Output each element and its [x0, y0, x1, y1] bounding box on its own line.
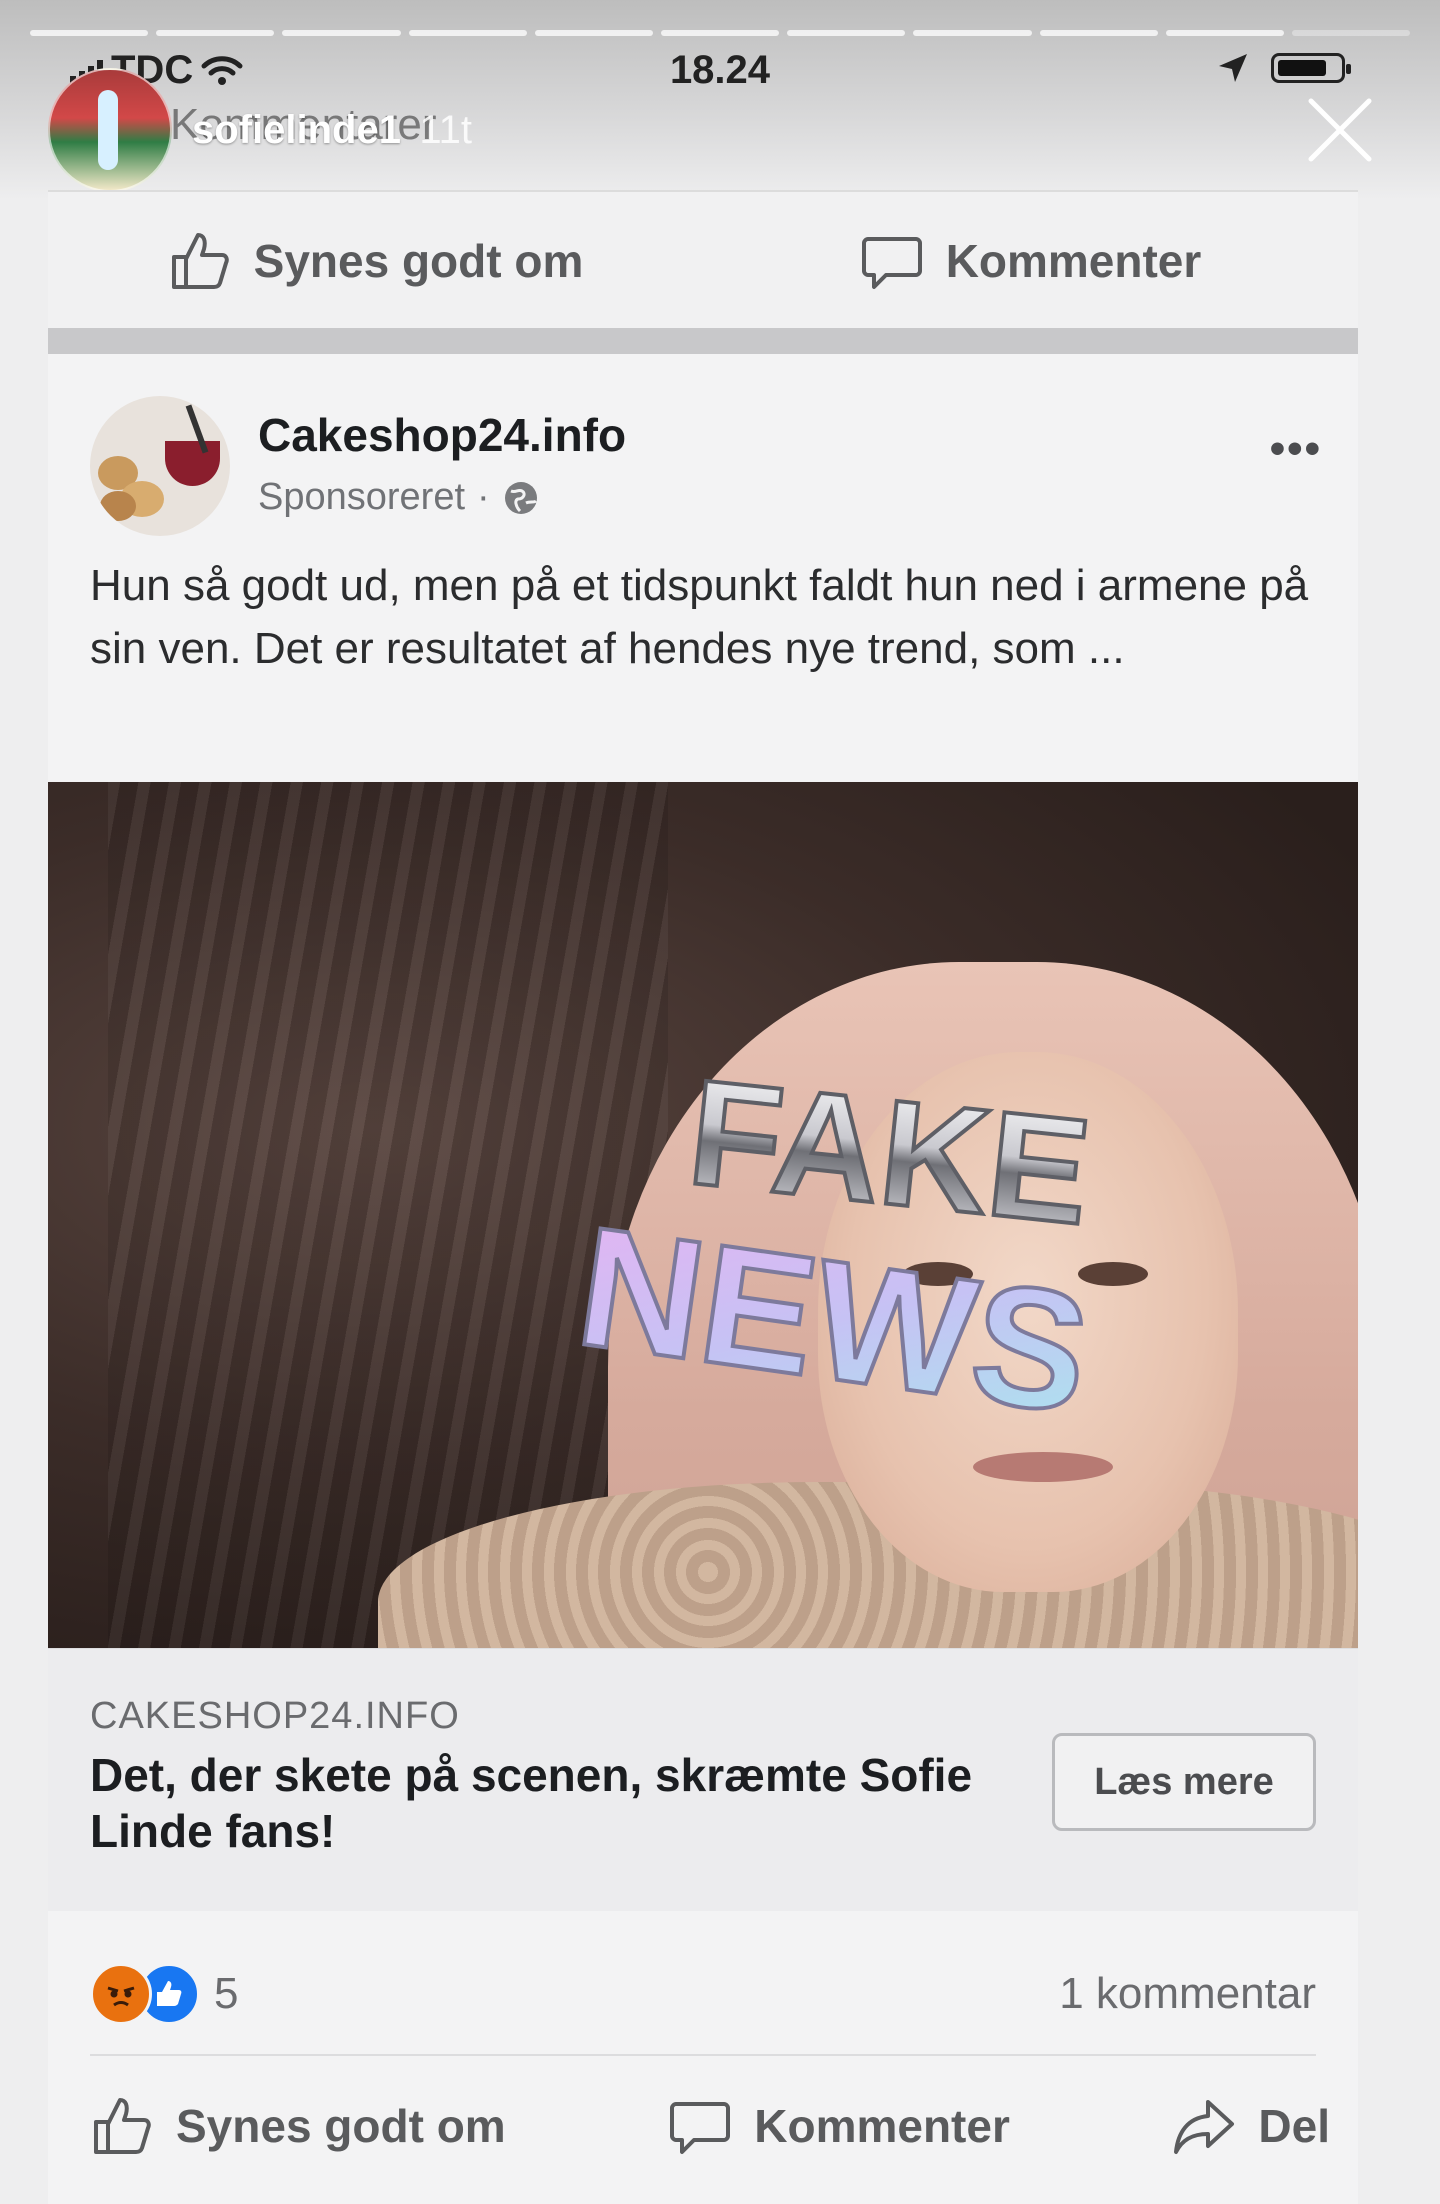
like-label: Synes godt om [253, 235, 584, 287]
post-text: Hun så godt ud, men på et tidspunkt fald… [90, 561, 1309, 673]
progress-segment [1291, 30, 1411, 36]
like-button[interactable]: Synes godt om [48, 192, 703, 330]
thumbs-up-icon [94, 2098, 151, 2154]
dot-separator: · [477, 476, 490, 518]
comment-label: Kommenter [754, 2100, 1010, 2152]
sponsored-post: Cakeshop24.info Sponsoreret · ••• Hun så… [48, 354, 1358, 2204]
like-label: Synes godt om [176, 2100, 506, 2152]
post-image[interactable] [48, 782, 1358, 1648]
share-icon [1174, 2100, 1235, 2154]
link-headline[interactable]: Det, der skete på scenen, skræmte Sofie … [90, 1747, 990, 1859]
progress-segment [913, 30, 1032, 36]
comment-count[interactable]: 1 kommentar [1059, 1969, 1316, 2019]
feed-divider [48, 328, 1358, 354]
link-domain: CAKESHOP24.INFO [90, 1695, 460, 1737]
comment-label: Kommenter [945, 235, 1202, 287]
thumbs-up-icon [171, 233, 229, 289]
post-header: Cakeshop24.info Sponsoreret · [90, 396, 626, 536]
progress-segment [30, 30, 149, 36]
progress-segment [787, 30, 906, 36]
progress-segment [408, 30, 527, 36]
progress-segment [1039, 30, 1158, 36]
sponsored-text: Sponsoreret [258, 476, 466, 518]
progress-segment [534, 30, 653, 36]
actions-divider [90, 2054, 1316, 2056]
page-avatar[interactable] [90, 396, 230, 536]
close-icon[interactable] [1305, 95, 1375, 165]
previous-post-actions: Synes godt om Kommenter [48, 190, 1358, 330]
location-arrow-icon [1219, 54, 1247, 82]
post-actions: Synes godt om Kommenter Del [90, 2066, 1330, 2186]
read-more-button[interactable]: Læs mere [1052, 1733, 1316, 1831]
story-username[interactable]: sofielinde1 [192, 108, 401, 152]
like-button[interactable]: Synes godt om [90, 2094, 506, 2158]
avatar[interactable] [48, 68, 172, 192]
reactions-summary[interactable]: 5 [90, 1963, 238, 2025]
story-progress-bar [30, 30, 1411, 36]
progress-segment [156, 30, 275, 36]
reaction-count: 5 [214, 1969, 239, 2018]
story-user[interactable]: sofielinde1 11t [48, 68, 473, 192]
progress-segment [660, 30, 780, 36]
progress-segment [1165, 30, 1284, 36]
comment-button[interactable]: Kommenter [703, 192, 1358, 330]
battery-icon [1271, 53, 1351, 83]
page-name[interactable]: Cakeshop24.info [258, 408, 626, 462]
angry-reaction-icon [90, 1963, 152, 2025]
share-label: Del [1258, 2100, 1330, 2152]
comment-icon [670, 2102, 731, 2154]
story-age: 11t [419, 107, 473, 152]
comment-button[interactable]: Kommenter [668, 2094, 1010, 2158]
post-stats: 5 1 kommentar [90, 1954, 1316, 2034]
globe-icon [504, 481, 537, 514]
share-button[interactable]: Del [1172, 2094, 1330, 2158]
more-options-button[interactable]: ••• [1270, 424, 1322, 474]
sponsored-label: Sponsoreret · [258, 476, 626, 519]
progress-segment [282, 30, 401, 36]
link-preview[interactable]: CAKESHOP24.INFO Det, der skete på scenen… [48, 1648, 1358, 1911]
comment-icon [861, 237, 922, 289]
